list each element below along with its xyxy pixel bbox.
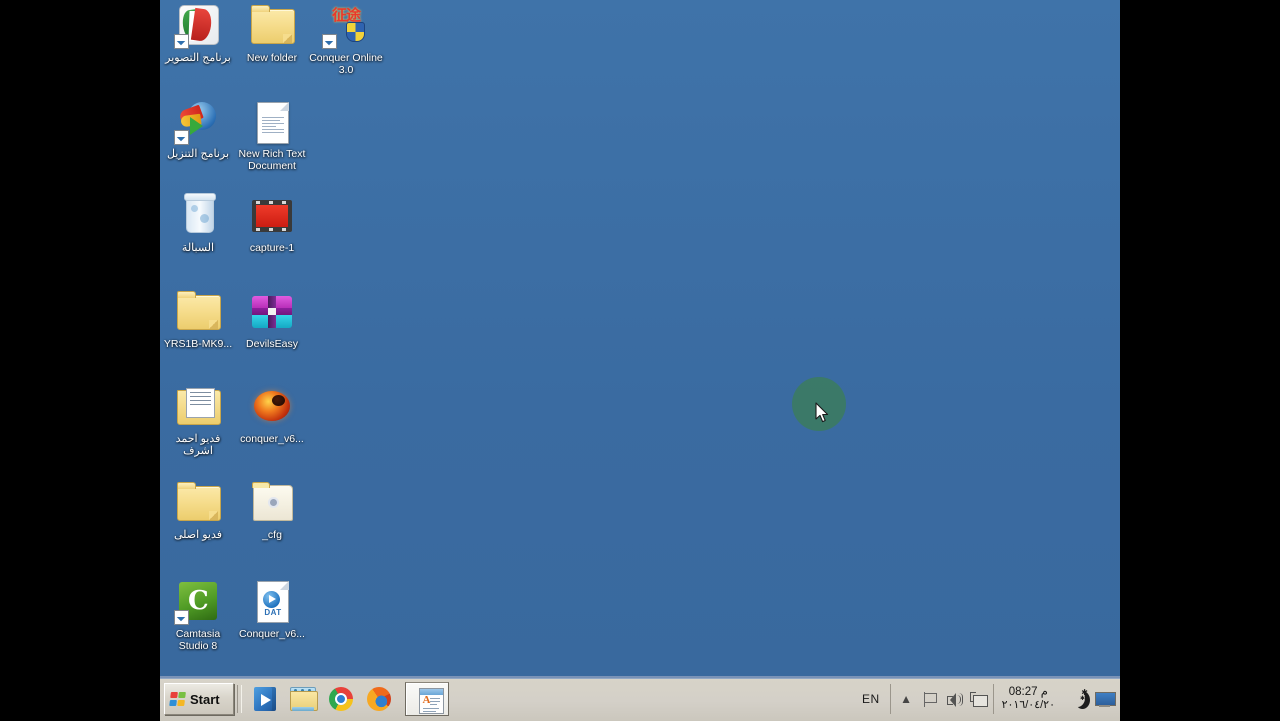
media-player-icon[interactable] [251, 685, 279, 713]
dat-file-icon: DAT [248, 578, 296, 626]
chrome-icon[interactable] [327, 685, 355, 713]
moon-icon[interactable]: ✱ ✱ [1067, 688, 1089, 710]
shortcut-arrow-icon [174, 610, 189, 625]
taskbar-clock[interactable]: 08:27 م ٢٠١٦/٠٤/٢٠ [992, 684, 1063, 714]
clock-date: ٢٠١٦/٠٤/٢٠ [1001, 699, 1055, 711]
winrar-archive-icon [248, 288, 296, 336]
desktop-icon-label: Conquer Online 3.0 [309, 52, 383, 76]
desktop-icon-label: Camtasia Studio 8 [175, 628, 221, 652]
desktop-icon-label: New folder [246, 52, 298, 64]
folder-icon [248, 2, 296, 50]
desktop-icon-label: _cfg [262, 529, 282, 541]
desktop-icon-label: conquer_v6... [240, 433, 304, 445]
desktop-icon-yrs1b-folder[interactable]: YRS1B-MK9... [160, 288, 236, 351]
camtasia-studio-icon: C [174, 578, 222, 626]
chevron-up-icon[interactable]: ▲ [898, 691, 915, 708]
desktop-icon-new-folder[interactable]: New folder [234, 2, 310, 65]
video-file-icon [248, 192, 296, 240]
desktop-icon-photo-program[interactable]: برنامج التصوير [160, 2, 236, 65]
conquer-online-game-icon: 征途 [322, 2, 370, 50]
desktop-icon-label: برنامج التنزيل [166, 148, 230, 160]
firefox-icon[interactable] [365, 685, 393, 713]
desktop-icon-label: فديو اصلى [173, 529, 223, 541]
flag-icon[interactable] [922, 691, 939, 708]
start-button[interactable]: Start [164, 683, 234, 715]
rich-text-document-icon [248, 98, 296, 146]
network-icon[interactable] [969, 691, 988, 708]
screen: برنامج التصوير New folder 征途 Conquer Online… [0, 0, 1280, 721]
taskbar-window-wordpad[interactable]: A [405, 682, 449, 716]
desktop-icon-label: New Rich Text Document [238, 148, 306, 172]
internet-download-manager-icon [174, 98, 222, 146]
tray-icons: ▲ [889, 684, 993, 714]
desktop-icon-label: YRS1B-MK9... [163, 338, 233, 350]
shortcut-arrow-icon [174, 130, 189, 145]
desktop-icon-label: DevilsEasy [246, 338, 298, 350]
desktop-icon-conquer-v6-exe[interactable]: conquer_v6... [234, 383, 310, 446]
letterbox-right [1120, 0, 1280, 720]
recycle-bin-icon [174, 192, 222, 240]
conquer-launcher-icon [248, 383, 296, 431]
arrow-cursor [815, 402, 829, 423]
desktop-icon-recycle-bin[interactable]: السبالة [160, 192, 236, 255]
desktop-icon-video-original[interactable]: فديو اصلى [160, 479, 236, 542]
taskbar-separator [237, 685, 242, 713]
taskbar[interactable]: Start A EN ▲ 08:27 م ٢٠١٦/٠٤/٢٠ ✱ ✱ [160, 676, 1120, 721]
photo-editor-icon [174, 2, 222, 50]
folder-with-video-icon [174, 383, 222, 431]
desktop-icon-download-program[interactable]: برنامج التنزيل [160, 98, 236, 161]
desktop-icon-new-rich-text[interactable]: New Rich Text Document [234, 98, 310, 172]
desktop-icon-video-ahmed-ashraf[interactable]: فديو احمد اشرف [160, 383, 236, 457]
desktop-icon-label: برنامج التصوير [165, 52, 231, 64]
windows-flag-icon [169, 691, 187, 707]
speaker-icon[interactable] [946, 691, 963, 708]
quick-launch-bar [245, 685, 399, 713]
letterbox-left [0, 0, 160, 720]
desktop-icon-capture-1[interactable]: capture-1 [234, 192, 310, 255]
folder-icon [174, 288, 222, 336]
desktop-icon-label: السبالة [181, 242, 215, 254]
desktop-icon-camtasia-studio[interactable]: C Camtasia Studio 8 [160, 578, 236, 652]
desktop-icon-label: capture-1 [249, 242, 295, 254]
desktop-icon-devilseasy[interactable]: DevilsEasy [234, 288, 310, 351]
cfg-folder-icon [248, 479, 296, 527]
language-indicator[interactable]: EN [852, 692, 890, 706]
desktop-icon-cfg-folder[interactable]: _cfg [234, 479, 310, 542]
folder-icon [174, 479, 222, 527]
shortcut-arrow-icon [322, 34, 337, 49]
desktop-icon-conquer-online[interactable]: 征途 Conquer Online 3.0 [308, 2, 384, 76]
desktop-icon-conquer-v6-dat[interactable]: DAT Conquer_v6... [234, 578, 310, 641]
system-tray: EN ▲ 08:27 م ٢٠١٦/٠٤/٢٠ ✱ ✱ [852, 677, 1120, 721]
desktop-icon-label: Conquer_v6... [239, 628, 305, 640]
show-desktop-icon[interactable] [1094, 691, 1116, 707]
desktop-surface[interactable]: برنامج التصوير New folder 征途 Conquer Online… [160, 0, 1120, 676]
wordpad-document-icon: A [416, 686, 444, 714]
shortcut-arrow-icon [174, 34, 189, 49]
folder-explorer-icon[interactable] [289, 685, 318, 713]
desktop-icon-label: فديو احمد اشرف [175, 433, 221, 457]
start-button-label: Start [190, 691, 220, 707]
clock-time: 08:27 م [1008, 686, 1048, 698]
